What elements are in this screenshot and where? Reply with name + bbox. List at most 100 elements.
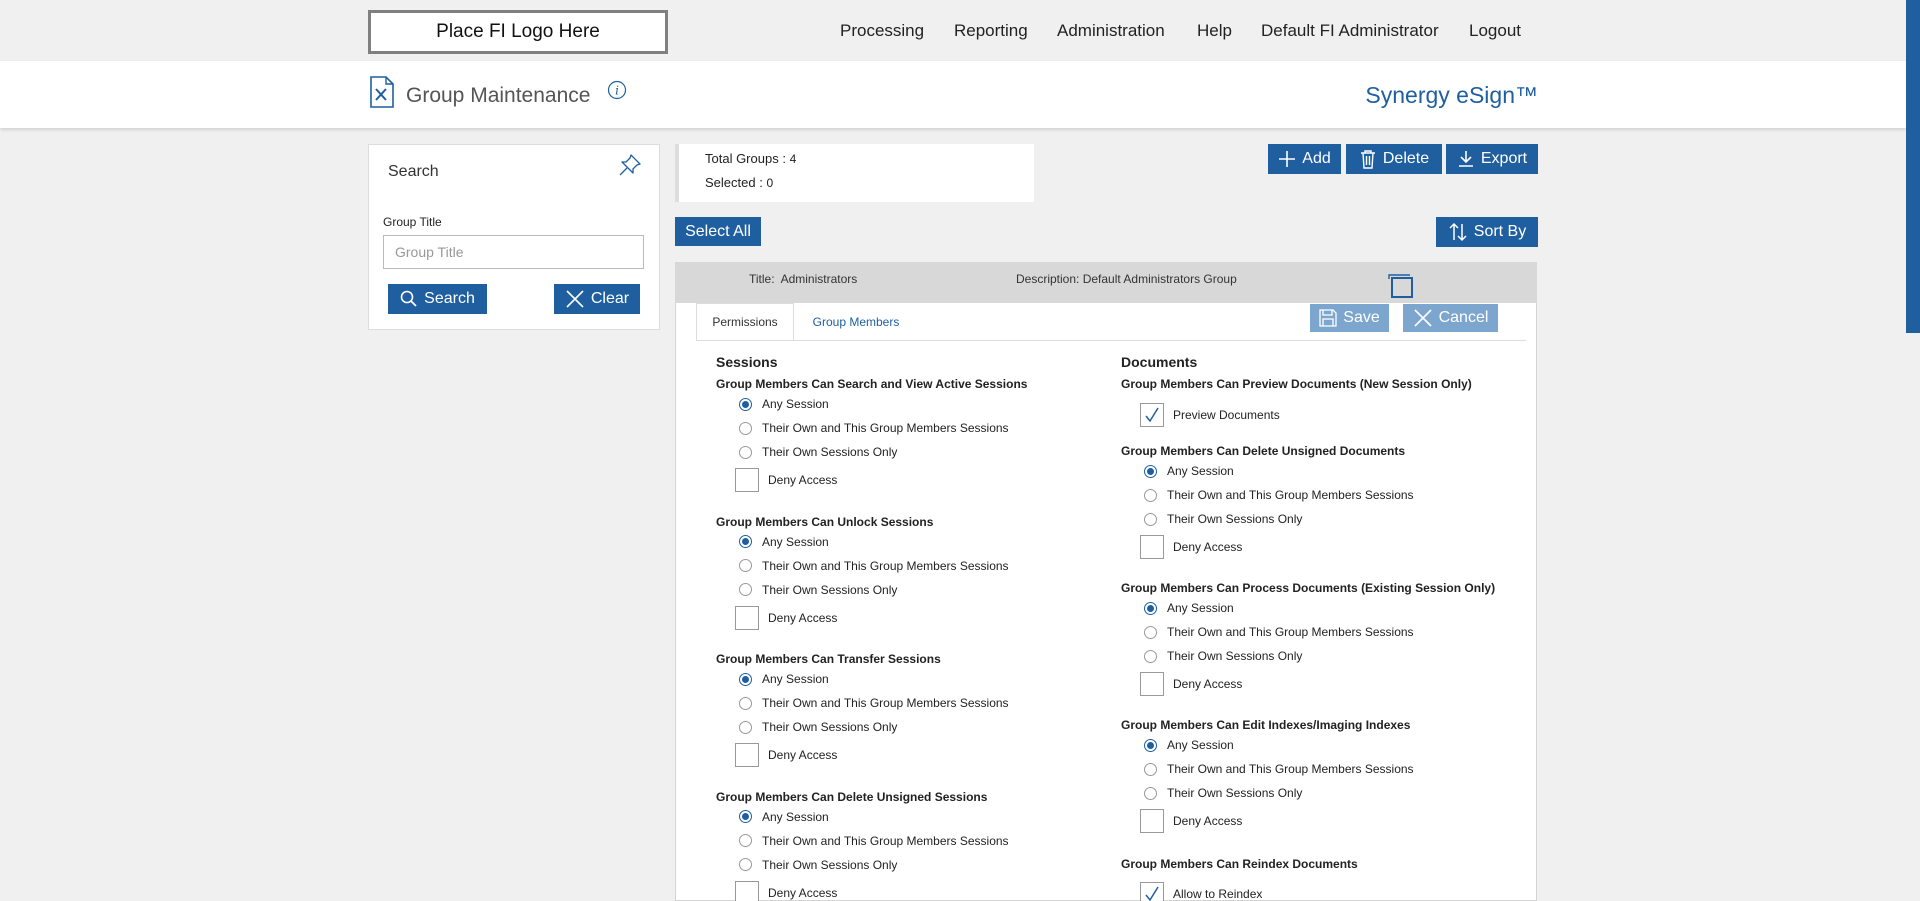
sessions-option[interactable]: Their Own Sessions Only [739, 444, 897, 460]
nav-administration[interactable]: Administration [1057, 21, 1165, 41]
cancel-button[interactable]: Cancel [1403, 304, 1498, 332]
radio-button[interactable] [1144, 786, 1157, 800]
radio-button[interactable] [739, 559, 752, 572]
documents-deny-access[interactable]: Deny Access [1140, 672, 1242, 696]
deny-access-checkbox[interactable] [1140, 672, 1164, 696]
pin-icon[interactable] [617, 152, 643, 178]
radio-button[interactable] [739, 810, 752, 823]
sessions-option[interactable]: Their Own and This Group Members Session… [739, 695, 1009, 711]
export-button[interactable]: Export [1446, 144, 1538, 174]
radio-button[interactable] [739, 535, 752, 548]
documents-option[interactable]: Any Session [1144, 737, 1234, 753]
radio-label: Their Own Sessions Only [1167, 786, 1303, 800]
radio-label: Any Session [1167, 464, 1234, 478]
documents-deny-access[interactable]: Deny Access [1140, 535, 1242, 559]
save-button-label: Save [1343, 309, 1380, 326]
documents-option[interactable]: Their Own Sessions Only [1144, 648, 1302, 664]
radio-label: Their Own Sessions Only [762, 582, 898, 597]
documents-option[interactable]: Their Own Sessions Only [1144, 785, 1302, 801]
sessions-option[interactable]: Their Own and This Group Members Session… [739, 833, 1009, 849]
radio-button[interactable] [739, 834, 752, 847]
sessions-option[interactable]: Any Session [739, 671, 829, 687]
radio-button[interactable] [1144, 762, 1157, 776]
add-button[interactable]: Add [1268, 144, 1341, 174]
radio-button[interactable] [1144, 512, 1157, 526]
sessions-deny-access[interactable]: Deny Access [735, 605, 837, 630]
selected-count: Selected : 0 [705, 175, 773, 190]
preview-documents-checkbox[interactable] [1140, 403, 1164, 427]
search-button-label: Search [424, 290, 475, 307]
documents-option[interactable]: Their Own and This Group Members Session… [1144, 624, 1414, 640]
fi-logo-placeholder[interactable]: Place FI Logo Here [368, 10, 668, 54]
documents-option[interactable]: Any Session [1144, 463, 1234, 479]
preview-documents-option[interactable]: Preview Documents [1140, 403, 1280, 427]
group-title-value: Administrators [780, 272, 858, 286]
checkmark-icon [1145, 886, 1159, 901]
scrollbar-thumb[interactable] [1906, 0, 1920, 333]
sessions-option[interactable]: Their Own Sessions Only [739, 857, 897, 873]
floppy-disk-icon [1319, 309, 1337, 327]
radio-button[interactable] [739, 720, 752, 734]
deny-access-checkbox[interactable] [735, 605, 759, 630]
select-all-button[interactable]: Select All [675, 217, 761, 246]
page-title: Group Maintenance [406, 84, 591, 107]
sort-icon [1449, 222, 1467, 242]
nav-processing[interactable]: Processing [840, 21, 924, 41]
sessions-deny-access[interactable]: Deny Access [735, 880, 837, 901]
group-select-checkbox[interactable] [1388, 274, 1414, 298]
radio-button[interactable] [739, 583, 752, 596]
group-title-input[interactable] [383, 235, 644, 269]
deny-access-checkbox[interactable] [1140, 809, 1164, 833]
radio-label: Any Session [762, 672, 829, 686]
documents-option[interactable]: Their Own and This Group Members Session… [1144, 487, 1414, 503]
documents-deny-access[interactable]: Deny Access [1140, 809, 1242, 833]
radio-button[interactable] [1144, 625, 1157, 639]
nav-help[interactable]: Help [1197, 21, 1232, 41]
documents-option[interactable]: Their Own and This Group Members Session… [1144, 761, 1414, 777]
sessions-option[interactable]: Any Session [739, 396, 829, 412]
sessions-option[interactable]: Their Own and This Group Members Session… [739, 420, 1009, 436]
export-button-label: Export [1480, 150, 1528, 167]
radio-button[interactable] [739, 397, 752, 411]
deny-access-checkbox[interactable] [735, 743, 759, 767]
clear-button[interactable]: Clear [554, 284, 640, 314]
tab-divider [696, 340, 1526, 341]
nav-reporting[interactable]: Reporting [954, 21, 1028, 41]
radio-button[interactable] [739, 858, 752, 871]
reindex-option[interactable]: Allow to Reindex [1140, 882, 1262, 901]
deny-access-checkbox[interactable] [1140, 535, 1164, 559]
documents-option[interactable]: Their Own Sessions Only [1144, 511, 1302, 527]
radio-button[interactable] [1144, 488, 1157, 502]
documents-heading: Documents [1121, 354, 1198, 370]
radio-button[interactable] [739, 672, 752, 686]
sessions-option[interactable]: Any Session [739, 534, 829, 550]
deny-access-checkbox[interactable] [735, 468, 759, 492]
sessions-option[interactable]: Their Own Sessions Only [739, 582, 897, 598]
documents-option[interactable]: Any Session [1144, 600, 1234, 616]
sessions-deny-access[interactable]: Deny Access [735, 743, 837, 767]
sessions-option[interactable]: Their Own Sessions Only [739, 719, 897, 735]
reindex-label: Allow to Reindex [1173, 887, 1263, 901]
tab-permissions[interactable]: Permissions [696, 303, 794, 341]
nav-user-menu[interactable]: Default FI Administrator [1261, 21, 1439, 41]
sort-by-button[interactable]: Sort By [1436, 217, 1538, 247]
radio-button[interactable] [1144, 649, 1157, 663]
delete-button[interactable]: Delete [1346, 144, 1442, 174]
radio-button[interactable] [1144, 601, 1157, 615]
deny-access-checkbox[interactable] [735, 880, 759, 901]
radio-button[interactable] [739, 445, 752, 459]
nav-logout[interactable]: Logout [1469, 21, 1521, 41]
save-button[interactable]: Save [1310, 304, 1389, 332]
radio-button[interactable] [739, 421, 752, 435]
radio-button[interactable] [1144, 738, 1157, 752]
sessions-option[interactable]: Their Own and This Group Members Session… [739, 558, 1009, 574]
info-icon[interactable]: i [607, 80, 627, 100]
radio-button[interactable] [739, 696, 752, 710]
search-button[interactable]: Search [388, 284, 487, 314]
reindex-checkbox[interactable] [1140, 882, 1164, 901]
tab-group-members[interactable]: Group Members [800, 303, 912, 341]
sessions-deny-access[interactable]: Deny Access [735, 468, 837, 492]
sessions-option[interactable]: Any Session [739, 809, 829, 825]
radio-button[interactable] [1144, 464, 1157, 478]
deny-access-label: Deny Access [1173, 540, 1243, 554]
